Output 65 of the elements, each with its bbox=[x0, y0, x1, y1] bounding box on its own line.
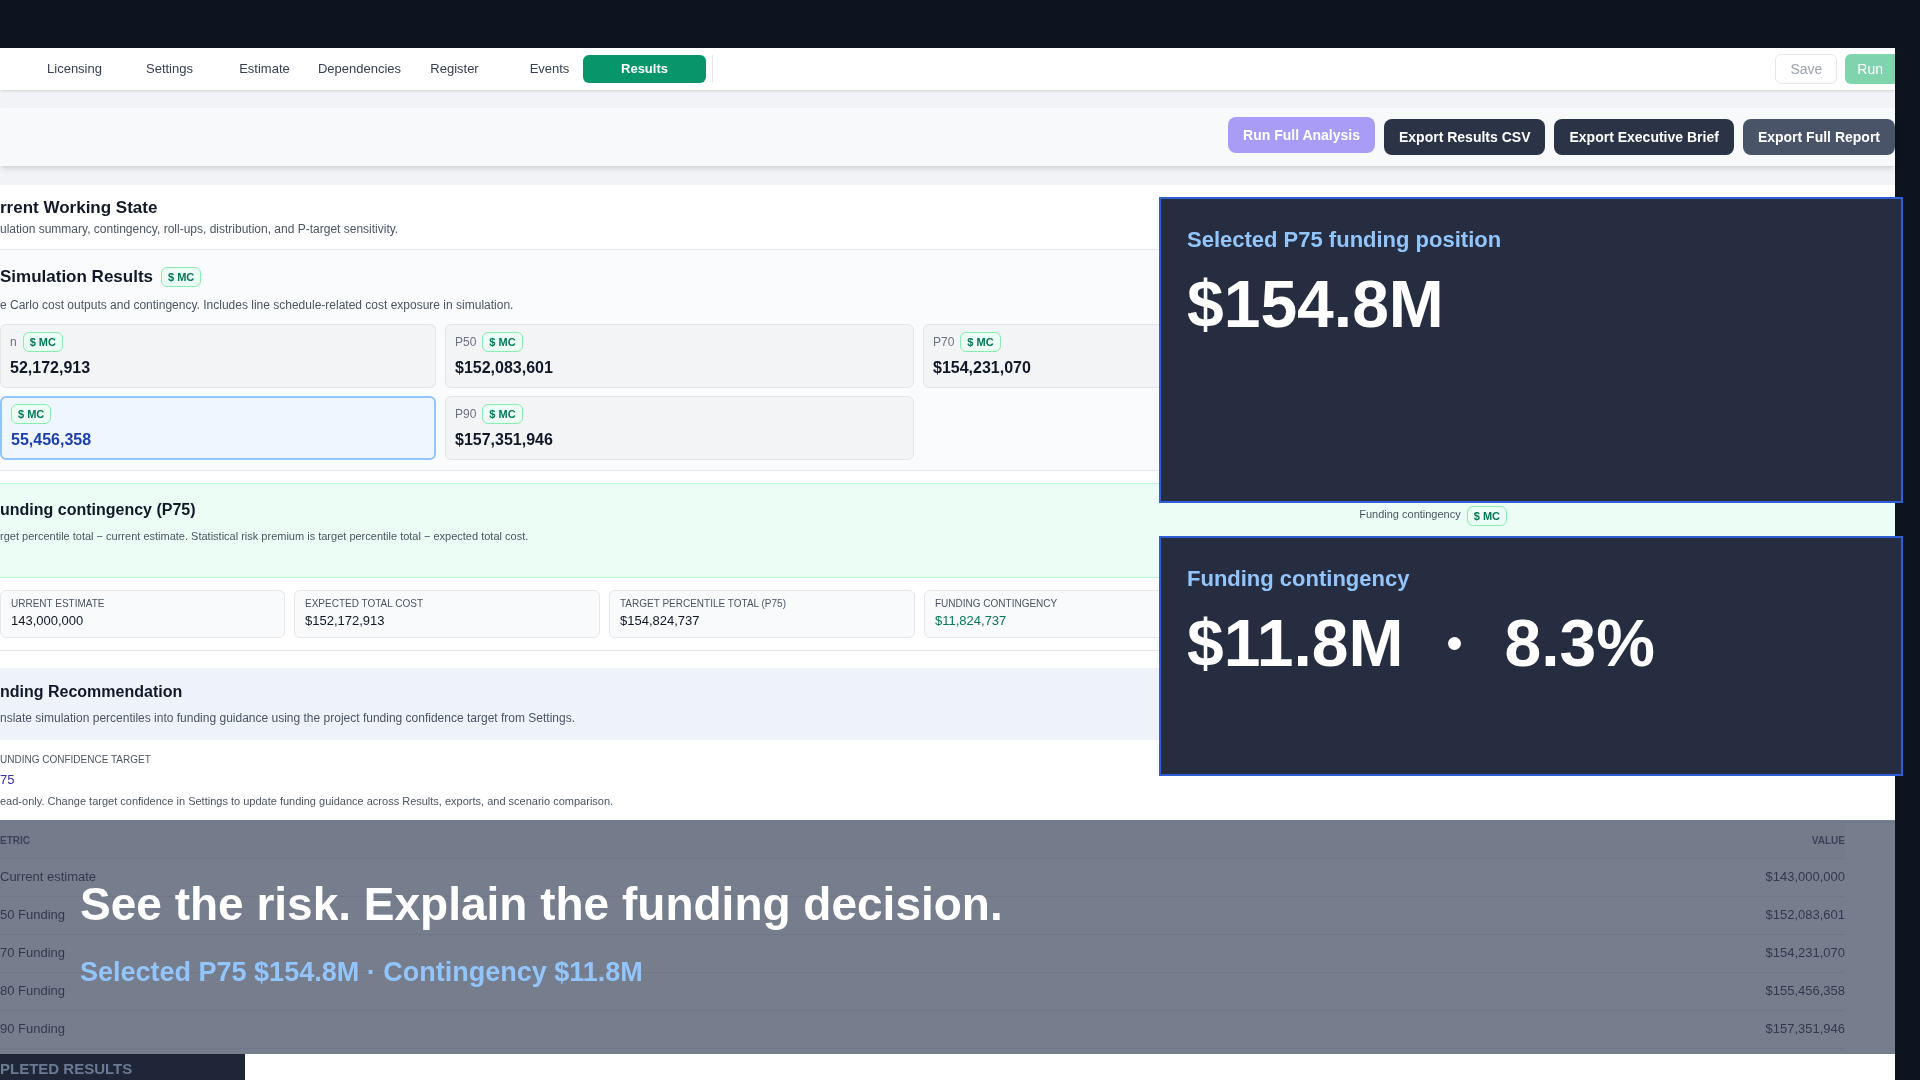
card-value: $157,351,946 bbox=[455, 429, 554, 450]
section-title: unding contingency (P75) bbox=[0, 499, 197, 520]
metric-label: FUNDING CONTINGENCY bbox=[935, 597, 1059, 612]
table-cell-text: Current estimate bbox=[0, 868, 97, 887]
section-subtitle: ulation summary, contingency, roll-ups, distribution, and P-target sensitivity. bbox=[0, 221, 400, 238]
section-description: nslate simulation percentiles into funding guidance using the project funding confidence target from Settings. bbox=[0, 710, 577, 727]
nav-tab[interactable]: Settings bbox=[144, 55, 195, 83]
table-cell-text: 50 Funding bbox=[0, 906, 66, 925]
card-label: n bbox=[10, 333, 17, 351]
nav-tab[interactable]: Register bbox=[428, 55, 481, 83]
metric-value: $11,824,737 bbox=[935, 612, 1008, 631]
highlight-value: 8.3% bbox=[1504, 605, 1655, 682]
table-cell-text: $154,231,070 bbox=[1765, 944, 1845, 963]
field-value: 75 bbox=[0, 770, 16, 789]
highlight-title: Selected P75 funding position bbox=[1187, 226, 1503, 254]
table-cell-text: $155,456,358 bbox=[1765, 982, 1845, 1001]
mc-tag: $ MC bbox=[960, 331, 1001, 352]
caption-subline: Selected P75 $154.8M · Contingency $11.8M bbox=[80, 956, 643, 989]
card-label: P70 bbox=[933, 333, 955, 351]
highlight-value: $154.8M bbox=[1187, 266, 1444, 343]
table-cell-text: $143,000,000 bbox=[1765, 868, 1845, 887]
table-cell-text: 90 Funding bbox=[0, 1020, 66, 1039]
metric-value: $152,172,913 bbox=[305, 612, 386, 631]
metric-label: EXPECTED TOTAL COST bbox=[305, 597, 424, 612]
section-title: Simulation Results bbox=[0, 266, 154, 288]
mc-tag: $ MC bbox=[482, 331, 523, 352]
toolbar-button[interactable]: Export Results CSV bbox=[1384, 119, 1546, 155]
nav-tab[interactable]: Estimate bbox=[237, 55, 292, 83]
contingency-label: Funding contingency bbox=[1359, 506, 1461, 522]
highlight-value: $11.8M bbox=[1187, 605, 1404, 682]
dot-separator bbox=[1447, 636, 1461, 650]
toolbar-button[interactable]: Export Full Report bbox=[1742, 119, 1895, 155]
metric-value: $154,824,737 bbox=[620, 612, 701, 631]
column-header: VALUE bbox=[1811, 833, 1845, 848]
card-label: P50 bbox=[455, 333, 477, 351]
metric-label: URRENT ESTIMATE bbox=[11, 597, 106, 612]
mc-tag: $ MC bbox=[482, 403, 523, 424]
table-cell-text: 70 Funding bbox=[0, 944, 66, 963]
section-subtitle: e Carlo cost outputs and contingency. Includes line schedule-related cost exposure in simulation. bbox=[0, 296, 515, 314]
table-cell-text: 80 Funding bbox=[0, 982, 66, 1001]
mc-tag: $ MC bbox=[161, 266, 202, 287]
table-cell-text: $152,083,601 bbox=[1765, 906, 1845, 925]
card-value: 55,456,358 bbox=[11, 429, 93, 450]
mc-tag: $ MC bbox=[11, 403, 52, 424]
card-label: P90 bbox=[455, 405, 477, 423]
card-value: $154,231,070 bbox=[933, 357, 1032, 378]
nav-tab[interactable]: Results bbox=[583, 55, 706, 83]
mc-tag: $ MC bbox=[1466, 505, 1507, 526]
field-note: ead-only. Change target confidence in Settings to update funding guidance across Results, exports, and scenario comparison. bbox=[0, 794, 615, 809]
section-title: rrent Working State bbox=[0, 197, 159, 219]
section-description: rget percentile total − current estimate. Statistical risk premium is target percentile total − expected total cost. bbox=[0, 528, 530, 544]
nav-tab[interactable]: Events bbox=[527, 55, 572, 83]
toolbar-button[interactable]: Export Executive Brief bbox=[1554, 119, 1734, 155]
nav-tab[interactable]: Dependencies bbox=[315, 55, 404, 83]
highlight-title: Funding contingency bbox=[1187, 565, 1411, 593]
card-value: $152,083,601 bbox=[455, 357, 554, 378]
column-header: ETRIC bbox=[0, 833, 30, 848]
metric-label: TARGET PERCENTILE TOTAL (P75) bbox=[620, 597, 787, 612]
card-value: 52,172,913 bbox=[10, 357, 92, 378]
section-title: nding Recommendation bbox=[0, 682, 184, 702]
table-cell-text: $157,351,946 bbox=[1765, 1020, 1845, 1039]
field-label: UNDING CONFIDENCE TARGET bbox=[0, 752, 152, 767]
metric-value: 143,000,000 bbox=[11, 612, 85, 631]
nav-tab[interactable]: Licensing bbox=[45, 55, 104, 83]
mc-tag: $ MC bbox=[22, 331, 63, 352]
